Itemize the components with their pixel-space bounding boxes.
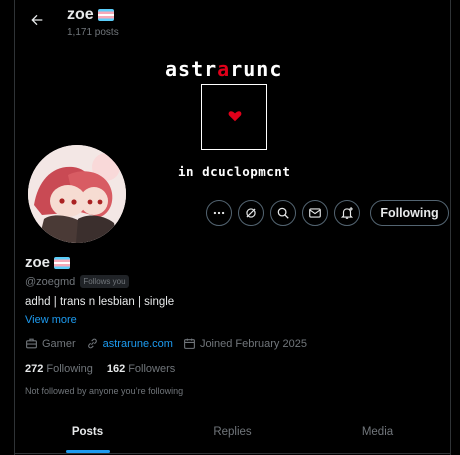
back-arrow-icon <box>31 14 43 26</box>
bio: adhd | trans n lesbian | single <box>25 296 175 308</box>
notifications-button[interactable] <box>334 200 360 226</box>
display-name-text: zoe <box>25 254 51 271</box>
more-button[interactable] <box>206 200 232 226</box>
mail-icon <box>309 208 321 218</box>
avatar[interactable] <box>25 142 129 246</box>
back-button[interactable] <box>25 8 49 32</box>
handle: @zoegmd <box>25 275 76 288</box>
briefcase-icon <box>26 338 37 349</box>
banner-box <box>201 84 267 150</box>
follow-counts: 272 Following 162 Followers <box>25 363 175 375</box>
handle-row: @zoegmd Follows you <box>25 275 129 288</box>
website-link[interactable]: astrarune.com <box>103 338 173 350</box>
banner-subtitle: in dcuclopmcnt <box>178 164 291 179</box>
header-name: zoe <box>67 6 94 23</box>
tab-media[interactable]: Media <box>305 410 450 453</box>
tab-posts[interactable]: Posts <box>15 410 160 453</box>
top-bar: zoe 1,171 posts <box>15 0 450 44</box>
search-icon <box>277 207 289 219</box>
following-button[interactable]: Following <box>370 200 449 226</box>
category-label: Gamer <box>42 337 76 350</box>
follows-you-badge: Follows you <box>80 275 129 288</box>
grok-icon <box>246 208 256 218</box>
active-tab-indicator <box>65 450 110 453</box>
tab-replies[interactable]: Replies <box>160 410 305 453</box>
display-name: zoe <box>25 254 71 271</box>
category-item: Gamer <box>25 337 76 350</box>
banner-title: astrarunc <box>165 57 283 81</box>
profile-meta: Gamer astrarune.com Joined February 2025 <box>25 337 317 350</box>
grok-button[interactable] <box>238 200 264 226</box>
trans-flag-icon <box>97 9 114 21</box>
link-icon <box>87 338 97 349</box>
bell-plus-icon <box>340 207 354 219</box>
website-item: astrarune.com <box>86 337 173 350</box>
profile-tabs: Posts Replies Media <box>15 410 450 454</box>
view-more-link[interactable]: View more <box>25 314 77 326</box>
message-button[interactable] <box>302 200 328 226</box>
following-count-link[interactable]: 272 Following <box>25 363 93 375</box>
heart-icon <box>228 111 242 122</box>
joined-item: Joined February 2025 <box>183 337 307 350</box>
more-icon <box>213 211 225 215</box>
followers-count-link[interactable]: 162 Followers <box>107 363 175 375</box>
search-button[interactable] <box>270 200 296 226</box>
profile-page: zoe 1,171 posts astrarunc in dcuclopmcnt <box>14 0 451 455</box>
avatar-artwork <box>28 145 126 243</box>
header-title: zoe <box>67 6 114 24</box>
not-followed-note: Not followed by anyone you’re following <box>25 386 184 396</box>
trans-flag-icon <box>54 256 71 269</box>
calendar-icon <box>184 338 195 349</box>
post-count: 1,171 posts <box>67 27 119 38</box>
joined-date: Joined February 2025 <box>199 337 307 350</box>
